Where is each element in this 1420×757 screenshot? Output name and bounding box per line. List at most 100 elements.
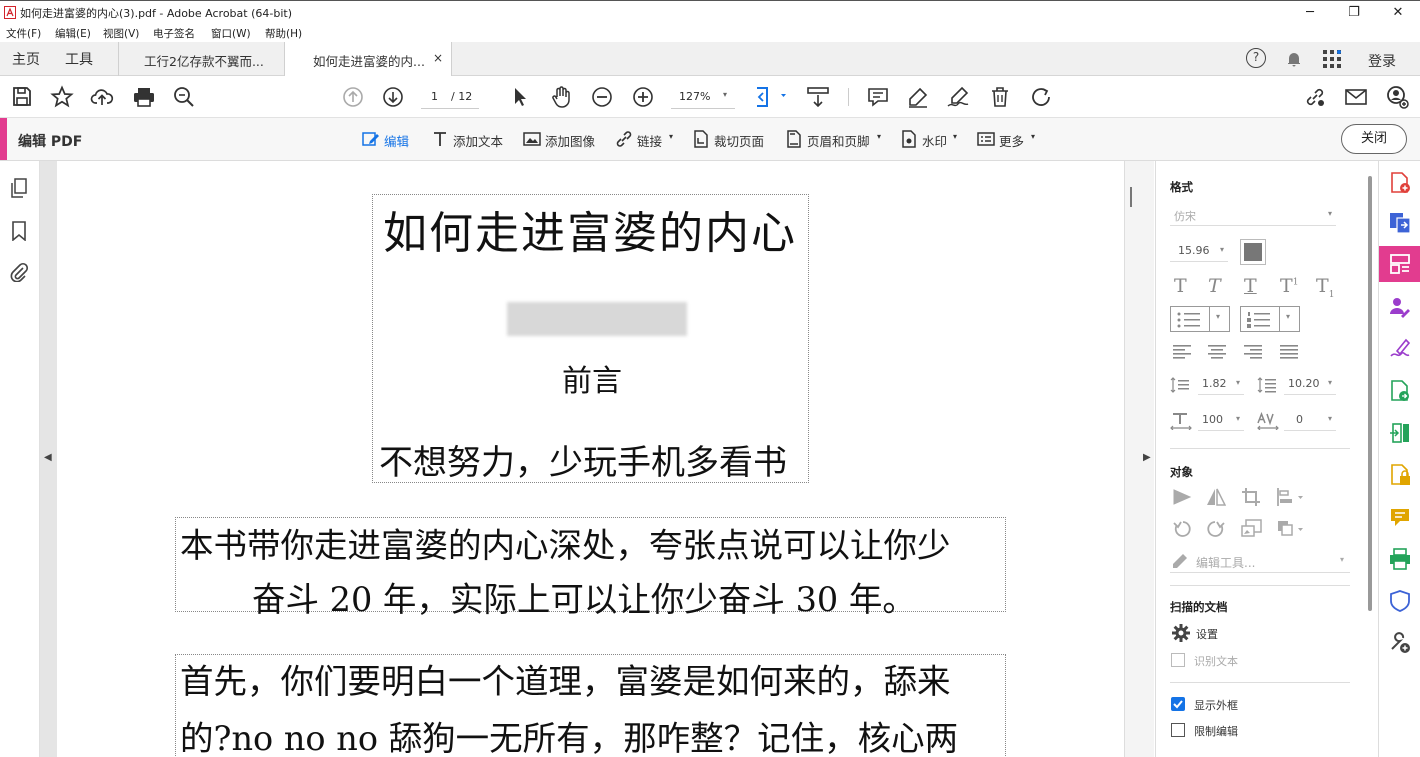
menu-window[interactable]: 窗口(W) [211, 26, 251, 41]
scroll-mode-icon[interactable] [806, 85, 830, 109]
upload-cloud-icon[interactable] [90, 85, 114, 109]
restore-button[interactable]: ❐ [1334, 3, 1374, 23]
document-canvas[interactable]: ◀ 如何走进富婆的内心 前言 不想努力，少玩手机多看书 本书带你走进富婆的内心深… [40, 161, 1124, 757]
paragraph-1-line-2[interactable]: 奋斗 20 年，实际上可以让你少奋斗 30 年。 [252, 572, 916, 621]
more-button[interactable]: 更多 ▾ [977, 130, 1039, 150]
text-style-regular-icon[interactable]: T [1174, 275, 1187, 297]
combine-files-icon[interactable] [1389, 380, 1411, 402]
scan-print-icon[interactable] [1389, 548, 1411, 570]
close-edit-button[interactable]: 关闭 [1341, 124, 1407, 154]
request-signature-icon[interactable] [1389, 296, 1411, 318]
restrict-edit-checkbox[interactable] [1171, 723, 1185, 737]
help-icon[interactable]: ? [1246, 48, 1266, 68]
comment-icon[interactable] [866, 85, 890, 109]
bookmark-star-icon[interactable] [50, 85, 74, 109]
crop-page-button[interactable]: 裁切页面 [692, 130, 772, 150]
paragraph-2-line-1[interactable]: 首先，你们要明白一个道理，富婆是如何来的，舔来 [180, 654, 951, 703]
next-page-icon[interactable] [381, 85, 405, 109]
close-window-button[interactable]: ✕ [1378, 3, 1418, 23]
menu-help[interactable]: 帮助(H) [265, 26, 302, 41]
arrange-objects-icon[interactable] [1276, 519, 1308, 539]
align-right-icon[interactable] [1244, 345, 1262, 359]
email-icon[interactable] [1344, 85, 1368, 109]
text-style-underline-icon[interactable]: T [1244, 275, 1257, 297]
apps-grid-icon[interactable] [1323, 50, 1341, 68]
menu-edit[interactable]: 编辑(E) [55, 26, 91, 41]
rotate-left-icon[interactable] [1172, 519, 1192, 539]
text-style-italic-icon[interactable]: T [1208, 275, 1221, 297]
print-icon[interactable] [132, 85, 156, 109]
numbered-list-button[interactable]: ▾ [1240, 306, 1300, 332]
crop-image-icon[interactable] [1241, 487, 1261, 507]
zoom-select[interactable]: 127% ▾ [671, 85, 735, 109]
tab-document-1[interactable]: 工行2亿存款不翼而... [118, 42, 284, 76]
organize-pages-icon[interactable] [1389, 422, 1411, 444]
previous-page-icon[interactable] [341, 85, 365, 109]
paragraph-2-line-2[interactable]: 的?no no no 舔狗一无所有，那咋整？记住，核心两 [180, 711, 958, 757]
align-center-icon[interactable] [1208, 345, 1226, 359]
rotate-right-icon[interactable] [1206, 519, 1226, 539]
menu-view[interactable]: 视图(V) [103, 26, 139, 41]
tab-tools[interactable]: 工具 [65, 49, 93, 69]
text-style-subscript-icon[interactable]: T1 [1316, 275, 1334, 300]
flip-vertical-icon[interactable] [1172, 487, 1192, 507]
align-left-icon[interactable] [1173, 345, 1191, 359]
recognize-text-checkbox[interactable] [1171, 653, 1185, 667]
hand-tool-icon[interactable] [549, 85, 573, 109]
tab-document-2[interactable]: 如何走进富婆的内... × [284, 42, 452, 77]
attachment-icon[interactable] [9, 262, 29, 282]
line-spacing-select[interactable]: 1.82 ▾ [1198, 375, 1244, 395]
add-user-icon[interactable] [1385, 85, 1409, 109]
add-image-button[interactable]: 添加图像 [523, 130, 603, 150]
preface-heading[interactable]: 前言 [562, 356, 622, 400]
save-icon[interactable] [10, 85, 34, 109]
protect-export-icon[interactable] [1389, 464, 1411, 486]
tab-close-icon[interactable]: × [433, 51, 443, 65]
bullet-list-button[interactable]: ▾ [1170, 306, 1230, 332]
flip-horizontal-icon[interactable] [1206, 487, 1226, 507]
link-button[interactable]: 链接 ▾ [615, 130, 679, 150]
page-number-field[interactable]: 1 / 12 [421, 85, 479, 109]
bookmark-icon[interactable] [9, 221, 29, 241]
minimize-button[interactable]: ─ [1290, 3, 1330, 23]
watermark-button[interactable]: 水印 ▾ [900, 130, 962, 150]
character-spacing-select[interactable]: 0 ▾ [1284, 411, 1336, 431]
show-bbox-checkbox[interactable] [1171, 697, 1185, 711]
more-tools-icon[interactable] [1389, 632, 1411, 654]
menu-esign[interactable]: 电子签名 [153, 26, 195, 41]
collapse-left-icon[interactable]: ◀ [44, 452, 52, 463]
sign-pen-icon[interactable] [946, 85, 970, 109]
export-pdf-icon[interactable] [1389, 212, 1411, 234]
add-text-button[interactable]: 添加文本 [431, 130, 511, 150]
align-justify-icon[interactable] [1280, 345, 1298, 359]
rotate-icon[interactable] [1029, 85, 1053, 109]
create-pdf-icon[interactable] [1389, 172, 1411, 194]
scale-select[interactable]: 100 ▾ [1198, 411, 1244, 431]
align-objects-icon[interactable] [1276, 487, 1308, 507]
paragraph-1-line-1[interactable]: 本书带你走进富婆的内心深处，夸张点说可以让你少 [180, 518, 951, 567]
bell-icon[interactable] [1285, 50, 1303, 68]
text-color-swatch[interactable] [1240, 239, 1266, 265]
menu-file[interactable]: 文件(F) [6, 26, 41, 41]
motto-text[interactable]: 不想努力，少玩手机多看书 [379, 435, 787, 484]
header-footer-button[interactable]: 页眉和页脚 ▾ [785, 130, 887, 150]
panel-scrollbar[interactable] [1368, 176, 1372, 611]
paragraph-spacing-select[interactable]: 10.20 ▾ [1284, 375, 1336, 395]
page-thumbnails-icon[interactable] [9, 178, 29, 198]
zoom-out-icon[interactable] [590, 85, 614, 109]
expand-right-panel-icon[interactable]: ▶ [1143, 452, 1151, 463]
search-zoom-icon[interactable] [172, 85, 196, 109]
edit-pdf-active-tile[interactable] [1379, 246, 1420, 282]
zoom-in-icon[interactable] [631, 85, 655, 109]
font-family-select[interactable]: 仿宋 ▾ [1170, 206, 1336, 226]
delete-trash-icon[interactable] [988, 85, 1012, 109]
settings-label[interactable]: 设置 [1196, 626, 1218, 642]
comment-tool-icon[interactable] [1389, 506, 1411, 528]
protect-shield-icon[interactable] [1389, 590, 1411, 612]
pdf-page[interactable]: 如何走进富婆的内心 前言 不想努力，少玩手机多看书 本书带你走进富婆的内心深处，… [57, 161, 1124, 757]
page-current[interactable]: 1 [431, 90, 438, 103]
highlight-pen-icon[interactable] [906, 85, 930, 109]
edit-tools-select[interactable]: 编辑工具... ▾ [1170, 551, 1350, 573]
scrollbar-thumb[interactable] [1130, 187, 1132, 207]
settings-gear-icon[interactable] [1172, 624, 1190, 642]
